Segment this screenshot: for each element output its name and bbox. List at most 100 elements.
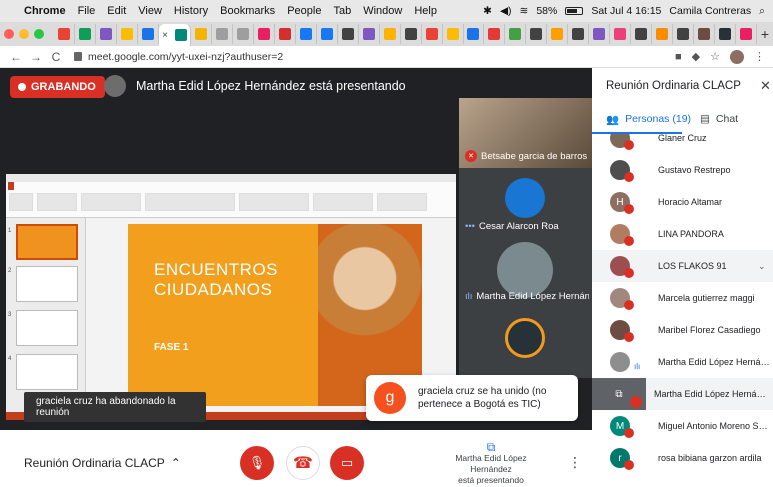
tab-generic-18[interactable] bbox=[736, 24, 757, 44]
participant-tile[interactable]: ✕ Betsabe garcia de barros bbox=[459, 98, 592, 168]
tab-generic-7[interactable] bbox=[505, 24, 527, 44]
tab-forms-2[interactable] bbox=[359, 24, 380, 44]
bookmark-star-icon[interactable]: ☆ bbox=[710, 50, 720, 63]
list-item[interactable]: Glaner Cruz bbox=[592, 134, 773, 154]
tab-generic-4[interactable] bbox=[380, 24, 401, 44]
camera-icon[interactable]: ■ bbox=[675, 51, 682, 63]
clock[interactable]: Sat Jul 4 16:15 bbox=[591, 5, 661, 17]
url-text[interactable]: meet.google.com/yyt-uxei-nzj?authuser=2 bbox=[88, 51, 283, 63]
menu-help[interactable]: Help bbox=[414, 5, 437, 17]
tab-generic-8[interactable] bbox=[526, 24, 548, 44]
list-item[interactable]: Marcela gutierrez maggi bbox=[592, 282, 773, 314]
close-window-button[interactable] bbox=[4, 29, 14, 39]
participant-name: Gustavo Restrepo bbox=[658, 165, 731, 175]
tab-generic-2[interactable] bbox=[275, 24, 296, 44]
chevron-up-icon: ⌃ bbox=[170, 456, 181, 470]
close-tab-icon[interactable]: × bbox=[162, 30, 168, 41]
tab-generic-12[interactable] bbox=[610, 24, 632, 44]
back-arrow-icon[interactable]: ← bbox=[8, 50, 24, 64]
close-panel-icon[interactable]: ✕ bbox=[760, 78, 771, 94]
tab-generic-13[interactable] bbox=[631, 24, 653, 44]
participant-name: Marcela gutierrez maggi bbox=[658, 293, 755, 303]
menu-edit[interactable]: Edit bbox=[107, 5, 126, 17]
menu-file[interactable]: File bbox=[78, 5, 96, 17]
forward-arrow-icon[interactable]: → bbox=[28, 50, 44, 64]
slide-title: ENCUENTROS CIUDADANOS bbox=[154, 260, 314, 300]
url-field[interactable]: meet.google.com/yyt-uxei-nzj?authuser=2 bbox=[74, 51, 283, 63]
tab-page-3[interactable] bbox=[233, 24, 254, 44]
chevron-down-icon[interactable]: ⌄ bbox=[758, 261, 766, 272]
tab-generic-15[interactable] bbox=[673, 24, 694, 44]
zoom-window-button[interactable] bbox=[34, 29, 44, 39]
tab-meet-active[interactable]: × bbox=[158, 24, 192, 46]
tab-generic-16[interactable] bbox=[694, 24, 715, 44]
tab-forms[interactable] bbox=[96, 24, 117, 44]
tab-generic-11[interactable] bbox=[589, 24, 611, 44]
tab-generic-9[interactable] bbox=[547, 24, 569, 44]
bluetooth-icon[interactable]: ✱ bbox=[483, 5, 492, 17]
list-item[interactable]: Gustavo Restrepo bbox=[592, 154, 773, 186]
reload-icon[interactable]: C bbox=[48, 50, 64, 64]
tab-page-2[interactable] bbox=[212, 24, 234, 44]
tab-generic-1[interactable] bbox=[254, 24, 275, 44]
tab-slides[interactable] bbox=[191, 24, 213, 44]
lock-icon[interactable] bbox=[74, 52, 82, 61]
menu-history[interactable]: History bbox=[174, 5, 208, 17]
battery-icon[interactable] bbox=[565, 7, 584, 15]
list-item[interactable]: Maribel Florez Casadiego bbox=[592, 314, 773, 346]
list-item[interactable]: M Miguel Antonio Moreno Sarmie... bbox=[592, 410, 773, 442]
tab-generic-14[interactable] bbox=[652, 24, 674, 44]
list-item[interactable]: r rosa bibiana garzon ardila bbox=[592, 442, 773, 474]
toggle-mic-button[interactable]: 🎙 bbox=[240, 446, 274, 480]
leave-call-button[interactable]: ☎ bbox=[286, 446, 320, 480]
tab-chat[interactable]: ▤ Chat bbox=[700, 108, 738, 130]
menu-view[interactable]: View bbox=[138, 5, 162, 17]
tab-gmail-1[interactable] bbox=[54, 24, 75, 44]
more-options-icon[interactable]: ⋮ bbox=[568, 454, 582, 471]
menu-window[interactable]: Window bbox=[363, 5, 402, 17]
chrome-menu-icon[interactable]: ⋮ bbox=[754, 50, 765, 63]
tab-generic-17[interactable] bbox=[715, 24, 736, 44]
minimize-window-button[interactable] bbox=[19, 29, 29, 39]
toggle-camera-button[interactable]: ▭ bbox=[330, 446, 364, 480]
tab-facebook-2[interactable] bbox=[317, 24, 338, 44]
menu-people[interactable]: People bbox=[287, 5, 321, 17]
tab-generic-10[interactable] bbox=[568, 24, 590, 44]
tab-drive-2[interactable] bbox=[443, 24, 464, 44]
search-icon[interactable]: ⌕ bbox=[759, 5, 765, 18]
participant-tile[interactable]: ılı Martha Edid López Hernán... bbox=[459, 238, 592, 308]
tab-drive[interactable] bbox=[117, 24, 138, 44]
menu-bookmarks[interactable]: Bookmarks bbox=[220, 5, 275, 17]
slide-thumbnail bbox=[16, 266, 78, 302]
tab-generic-5[interactable] bbox=[401, 24, 422, 44]
list-item[interactable]: LINA PANDORA bbox=[592, 218, 773, 250]
meeting-details-button[interactable]: Reunión Ordinaria CLACP ⌃ bbox=[24, 456, 181, 470]
tab-docs-2[interactable] bbox=[464, 24, 485, 44]
list-item-presentation[interactable]: ⧉ Martha Edid López Hernández ... bbox=[592, 378, 773, 410]
list-item[interactable]: ılı Martha Edid López Hernández bbox=[592, 346, 773, 378]
user-name[interactable]: Camila Contreras bbox=[669, 5, 751, 17]
page-icon bbox=[237, 28, 249, 40]
participant-tile[interactable]: ••• Cesar Alarcon Roa bbox=[459, 168, 592, 238]
presentation-button[interactable]: ⧉ Martha Edid López Hernández está prese… bbox=[434, 441, 548, 486]
tile-name-text: Martha Edid López Hernán... bbox=[476, 291, 589, 302]
new-tab-button[interactable]: + bbox=[761, 26, 769, 42]
extension-icon[interactable]: ◆ bbox=[692, 50, 700, 63]
site-icon bbox=[404, 28, 417, 40]
tab-gmail-2[interactable] bbox=[422, 24, 443, 44]
tab-docs[interactable] bbox=[138, 24, 159, 44]
docs-icon bbox=[467, 28, 480, 40]
menu-tab[interactable]: Tab bbox=[333, 5, 351, 17]
tab-generic-6[interactable] bbox=[484, 24, 506, 44]
wifi-icon[interactable]: ≋ bbox=[520, 5, 529, 17]
list-item-group[interactable]: LOS FLAKOS 91 ⌄ bbox=[592, 250, 773, 282]
tab-people[interactable]: 👥 Personas (19) bbox=[606, 108, 691, 130]
tab-generic-3[interactable] bbox=[338, 24, 359, 44]
participant-tile[interactable] bbox=[459, 308, 592, 378]
tab-sheets[interactable] bbox=[75, 24, 96, 44]
volume-icon[interactable]: ◀) bbox=[500, 5, 512, 17]
profile-avatar[interactable] bbox=[730, 49, 744, 64]
list-item[interactable]: H Horacio Altamar bbox=[592, 186, 773, 218]
tab-facebook-1[interactable] bbox=[296, 24, 317, 44]
menu-app-name[interactable]: Chrome bbox=[24, 5, 66, 17]
